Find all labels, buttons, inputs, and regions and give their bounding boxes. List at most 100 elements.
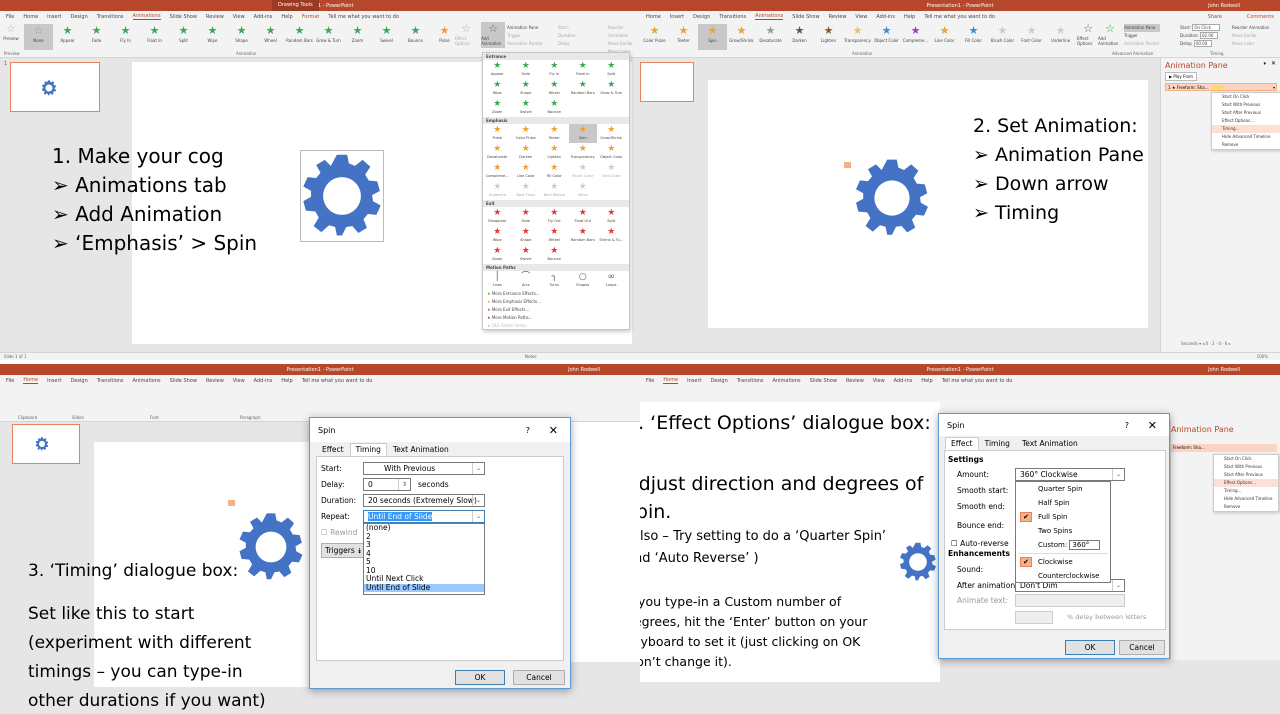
gallery-item-line-color[interactable]: ★ Line Color — [930, 24, 959, 50]
repeat-option[interactable]: Until End of Slide — [364, 583, 484, 592]
delay-letters-input[interactable] — [1015, 611, 1053, 624]
animation-pane-item[interactable]: Freeform: Sha... — [1171, 444, 1277, 452]
menu-review[interactable]: Review — [846, 378, 864, 384]
effect-appear[interactable]: ★ Appear — [483, 60, 512, 79]
animation-pane-button[interactable]: Animation Pane — [1124, 24, 1160, 32]
gallery-item-random-bars[interactable]: ★ Random Bars — [285, 24, 314, 50]
ok-button[interactable]: OK — [455, 670, 505, 685]
notes-button[interactable]: Notes — [525, 354, 537, 359]
cog-shape[interactable] — [299, 153, 385, 239]
gallery-item-wheel[interactable]: ★ Wheel — [256, 24, 285, 50]
effect-wheel[interactable]: ★ Wheel — [540, 79, 569, 98]
effect-random-bars[interactable]: ★ Random Bars — [569, 226, 598, 245]
menu-start-on-click[interactable]: Start On Click — [1212, 93, 1280, 101]
repeat-option[interactable]: 4 — [364, 549, 484, 559]
menu-add-ins[interactable]: Add-ins — [254, 378, 273, 384]
menu-slide-show[interactable]: Slide Show — [170, 378, 197, 384]
amount-option-quarter-spin[interactable]: Quarter Spin — [1016, 482, 1110, 496]
menu-format[interactable]: Format — [302, 14, 320, 20]
menu-hide-advanced-timeline[interactable]: Hide Advanced Timeline — [1212, 133, 1280, 141]
close-icon[interactable]: ✕ — [1271, 60, 1276, 67]
gallery-item-color-pulse[interactable]: ★ Color Pulse — [640, 24, 669, 50]
effect-swivel[interactable]: ★ Swivel — [512, 98, 541, 117]
gallery-item-bounce[interactable]: ★ Bounce — [401, 24, 430, 50]
menu-insert[interactable]: Insert — [687, 378, 701, 384]
effect-compleme[interactable]: ★ Compleme... — [483, 162, 512, 181]
gallery-item-fill-color[interactable]: ★ Fill Color — [959, 24, 988, 50]
gallery-item-darken[interactable]: ★ Darken — [785, 24, 814, 50]
gallery-item-float-in[interactable]: ★ Float In — [140, 24, 169, 50]
effect-bold-flash[interactable]: ★ Bold Flash — [512, 181, 541, 200]
menu-remove[interactable]: Remove — [1214, 503, 1278, 511]
motion-arcs[interactable]: ⌒ Arcs — [512, 271, 541, 290]
share-button[interactable]: Share — [1208, 14, 1222, 20]
gallery-item-object-color[interactable]: ★ Object Color — [872, 24, 901, 50]
auto-reverse-checkbox[interactable]: ☐ Auto-reverse — [951, 539, 1009, 548]
effect-bold-reveal[interactable]: ★ Bold Reveal — [540, 181, 569, 200]
menu-effect-options[interactable]: Effect Options... — [1212, 117, 1280, 125]
close-button[interactable]: ✕ — [1148, 419, 1157, 432]
menu-file[interactable]: File — [646, 378, 654, 384]
gallery-item-compleme[interactable]: ★ Compleme... — [901, 24, 930, 50]
effect-object-color[interactable]: ★ Object Color — [597, 143, 626, 162]
gallery-item-teeter[interactable]: ★ Teeter — [669, 24, 698, 50]
add-animation-button[interactable]: ☆ Add Animation — [1098, 22, 1122, 48]
gallery-item-spin[interactable]: ★ Spin — [698, 24, 727, 50]
menu-insert[interactable]: Insert — [47, 378, 61, 384]
menu-start-on-click[interactable]: Start On Click — [1214, 455, 1278, 463]
motion-lines[interactable]: │ Lines — [483, 271, 512, 290]
start-select[interactable]: On Click — [1192, 24, 1220, 31]
menu-file[interactable]: File — [6, 378, 14, 384]
move-earlier-button[interactable]: Move Earlier — [608, 40, 640, 48]
add-animation-button[interactable]: ☆ Add Animation — [481, 22, 505, 48]
delay-input[interactable]: 0 ⇕ — [363, 478, 411, 491]
amount-option-clockwise[interactable]: ✔ Clockwise — [1016, 555, 1110, 569]
effect-wipe[interactable]: ★ Wipe — [483, 226, 512, 245]
effect-float-in[interactable]: ★ Float In — [569, 60, 598, 79]
tab-timing[interactable]: Timing — [349, 443, 387, 456]
menu-slide-show[interactable]: Slide Show — [810, 378, 837, 384]
menu-transitions[interactable]: Transitions — [97, 378, 124, 384]
gallery-item-shape[interactable]: ★ Shape — [227, 24, 256, 50]
menu-design[interactable]: Design — [70, 378, 87, 384]
menu-home[interactable]: Home — [23, 377, 39, 384]
gallery-item-none[interactable]: ☆ None — [24, 24, 53, 50]
gallery-item-fly-in[interactable]: ★ Fly In — [111, 24, 140, 50]
preview-button[interactable]: ☆ Preview — [2, 22, 20, 48]
effect-options-button[interactable]: ☆ Effect Options — [455, 22, 477, 48]
tab-text-animation[interactable]: Text Animation — [1016, 437, 1084, 450]
menu-effect-options[interactable]: Effect Options... — [1214, 479, 1278, 487]
play-from-button[interactable]: ▶ Play From — [1165, 72, 1197, 81]
effect-disappear[interactable]: ★ Disappear — [483, 207, 512, 226]
effect-color-pulse[interactable]: ★ Color Pulse — [512, 124, 541, 143]
menu-view[interactable]: View — [233, 14, 245, 20]
menu-add-ins[interactable]: Add-ins — [894, 378, 913, 384]
effect-grow-turn[interactable]: ★ Grow & Turn — [597, 79, 626, 98]
menu-more-exit-effects[interactable]: ★ More Exit Effects... — [483, 306, 629, 314]
menu-ole-action-verbs[interactable]: ★ OLE Action Verbs... — [483, 322, 629, 330]
menu-help[interactable]: Help — [921, 378, 932, 384]
start-select[interactable]: With Previous ⌄ — [363, 462, 485, 475]
gallery-item-lighten[interactable]: ★ Lighten — [814, 24, 843, 50]
tab-timing[interactable]: Timing — [979, 437, 1016, 450]
ok-button[interactable]: OK — [1065, 640, 1115, 655]
effect-fade[interactable]: ★ Fade — [512, 60, 541, 79]
gallery-item-grow-turn[interactable]: ★ Grow & Turn — [314, 24, 343, 50]
animation-pane-item[interactable]: 1 ★ Freeform: Sha... ▾ — [1165, 83, 1277, 91]
cancel-button[interactable]: Cancel — [513, 670, 565, 685]
menu-start-with-previous[interactable]: Start With Previous — [1214, 463, 1278, 471]
effect-swivel[interactable]: ★ Swivel — [512, 245, 541, 264]
menu-hide-advanced-timeline[interactable]: Hide Advanced Timeline — [1214, 495, 1278, 503]
effect-font-color[interactable]: ★ Font Color — [597, 162, 626, 181]
gallery-item-brush-color[interactable]: ★ Brush Color — [988, 24, 1017, 50]
close-button[interactable]: ✕ — [549, 424, 558, 437]
effect-lighten[interactable]: ★ Lighten — [540, 143, 569, 162]
menu-remove[interactable]: Remove — [1212, 141, 1280, 149]
effect-pulse[interactable]: ★ Pulse — [483, 124, 512, 143]
motion-shapes[interactable]: ○ Shapes — [569, 271, 598, 290]
menu-view[interactable]: View — [233, 378, 245, 384]
repeat-select[interactable]: Until End of Slide ⌄ — [363, 510, 485, 523]
menu-animations[interactable]: Animations — [133, 378, 161, 384]
menu-help[interactable]: Help — [281, 378, 292, 384]
effect-underline[interactable]: ★ Underline — [483, 181, 512, 200]
